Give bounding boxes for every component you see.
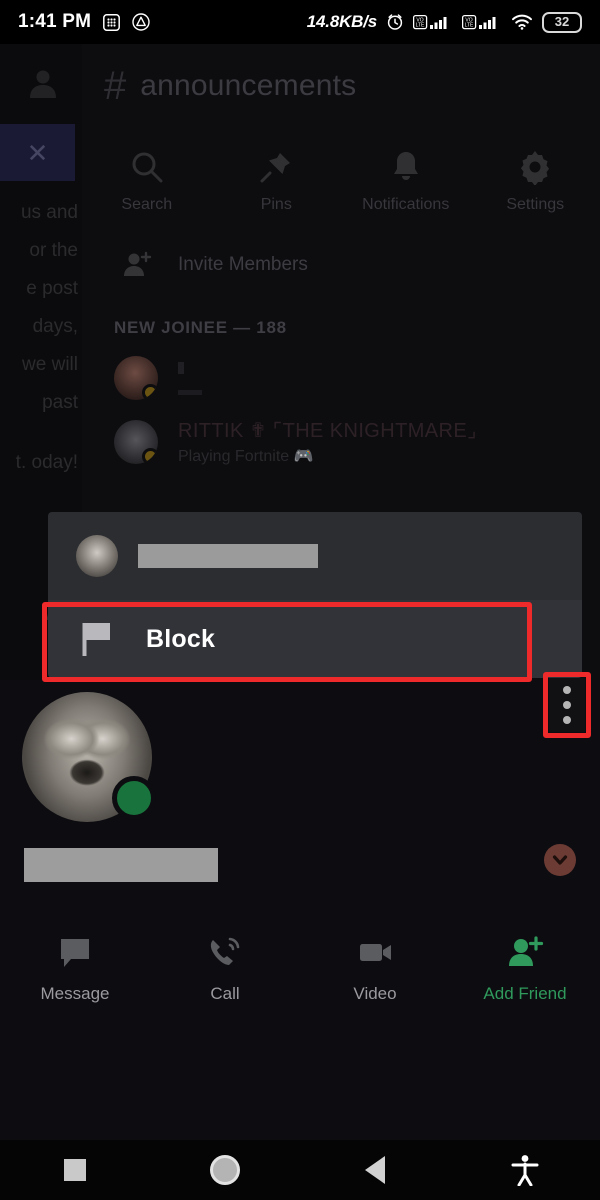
profile-action-label: Call xyxy=(210,984,240,1003)
recents-square-icon xyxy=(64,1159,86,1181)
user-profile-sheet: Message Call Video Add Friend xyxy=(0,680,600,1140)
bg-line: we will xyxy=(22,354,78,375)
accessibility-button[interactable] xyxy=(450,1154,600,1186)
message-icon xyxy=(0,930,150,976)
profile-action-message[interactable]: Message xyxy=(0,930,150,1004)
volte-signal-icon-2: VO LTE xyxy=(462,14,496,30)
profile-action-add-friend[interactable]: Add Friend xyxy=(450,930,600,1004)
bg-line: t. xyxy=(15,452,27,473)
channel-action-pins[interactable]: Pins xyxy=(212,146,342,214)
channel-action-notifications[interactable]: Notifications xyxy=(341,146,471,214)
channel-action-row: Search Pins Notifications Settings xyxy=(82,146,600,214)
back-triangle-icon xyxy=(365,1156,385,1184)
dot xyxy=(563,716,571,724)
battery-icon: 32 xyxy=(542,11,582,33)
member-list-item[interactable] xyxy=(82,338,600,400)
profile-avatar-wrap[interactable] xyxy=(22,692,156,822)
avatar xyxy=(76,535,118,577)
gear-icon xyxy=(471,146,600,188)
channel-action-label: Settings xyxy=(506,196,565,213)
more-vertical-icon[interactable] xyxy=(549,678,585,732)
svg-text:LTE: LTE xyxy=(416,23,425,29)
bell-icon xyxy=(341,146,471,188)
channel-action-settings[interactable]: Settings xyxy=(471,146,600,214)
member-text: RITTIK ✟ ⌜THE KNIGHTMARE⌟ Playing Fortni… xyxy=(178,418,477,466)
clock-time: 1:41 PM xyxy=(18,11,92,32)
channel-action-label: Search xyxy=(121,196,173,213)
alarm-clock-icon xyxy=(387,14,403,30)
member-status: Playing Fortnite 🎮 xyxy=(178,448,314,465)
online-status-indicator xyxy=(112,776,156,820)
accessibility-icon xyxy=(511,1155,539,1186)
member-text xyxy=(178,361,202,395)
status-badge xyxy=(142,448,158,464)
avatar xyxy=(114,420,158,464)
member-name: RITTIK ✟ ⌜THE KNIGHTMARE⌟ xyxy=(178,420,477,442)
invite-members-label: Invite Members xyxy=(178,254,308,275)
hash-icon: # xyxy=(104,64,127,108)
status-bar: 1:41 PM 14.8KB/s VO LTE VO LTE 32 xyxy=(0,0,600,44)
context-menu-header xyxy=(48,512,582,600)
android-nav-bar xyxy=(0,1140,600,1200)
profile-action-call[interactable]: Call xyxy=(150,930,300,1004)
add-friend-icon xyxy=(450,930,600,976)
status-bar-left: 1:41 PM xyxy=(18,11,150,33)
volte-signal-icon: VO LTE xyxy=(413,14,447,30)
context-menu: Block xyxy=(48,512,582,678)
background-message-text-2: t. oday! xyxy=(0,444,82,482)
member-group-header: NEW JOINEE — 188 xyxy=(114,318,287,337)
recents-button[interactable] xyxy=(0,1159,150,1181)
add-person-icon xyxy=(124,251,152,276)
grid-icon xyxy=(103,13,121,31)
context-menu-item-label: Block xyxy=(146,624,216,653)
home-button[interactable] xyxy=(150,1155,300,1185)
home-circle-icon xyxy=(210,1155,240,1185)
call-icon xyxy=(150,930,300,976)
member-list-item[interactable]: RITTIK ✟ ⌜THE KNIGHTMARE⌟ Playing Fortni… xyxy=(82,400,600,466)
search-icon xyxy=(82,146,212,188)
bg-line: oday! xyxy=(31,452,78,473)
status-bar-right: 14.8KB/s VO LTE VO LTE 32 xyxy=(306,11,582,33)
profile-action-video[interactable]: Video xyxy=(300,930,450,1004)
invite-members-row[interactable]: Invite Members xyxy=(82,214,600,280)
channel-header: # announcements xyxy=(82,44,600,106)
bg-line: us and xyxy=(20,202,78,223)
drive-triangle-icon xyxy=(132,13,150,31)
close-panel[interactable]: ✕ xyxy=(0,124,75,181)
context-menu-username-redacted xyxy=(138,544,318,568)
member-name-placeholder xyxy=(178,361,184,374)
pin-icon xyxy=(212,146,342,188)
dot xyxy=(563,701,571,709)
member-status-placeholder xyxy=(178,389,202,395)
bg-line: past xyxy=(42,392,78,413)
status-badge xyxy=(142,384,158,400)
dot xyxy=(563,686,571,694)
flag-icon xyxy=(82,623,110,656)
channel-action-label: Pins xyxy=(260,196,292,213)
channel-action-search[interactable]: Search xyxy=(82,146,212,214)
context-menu-item-block[interactable]: Block xyxy=(48,600,582,678)
channel-action-label: Notifications xyxy=(362,196,450,213)
wifi-icon xyxy=(512,14,532,30)
profile-action-row: Message Call Video Add Friend xyxy=(0,930,600,1004)
profile-action-label: Message xyxy=(40,984,110,1003)
video-icon xyxy=(300,930,450,976)
bg-line: or the xyxy=(29,240,78,261)
phone-screen: 1:41 PM 14.8KB/s VO LTE VO LTE 32 ✕ us a… xyxy=(0,0,600,1200)
network-speed: 14.8KB/s xyxy=(306,12,377,31)
profile-action-label: Add Friend xyxy=(483,984,567,1003)
bg-line: days, xyxy=(32,316,78,337)
svg-text:LTE: LTE xyxy=(465,23,474,29)
bg-line: e post xyxy=(26,278,78,299)
chevron-down-icon[interactable] xyxy=(544,844,576,876)
person-icon xyxy=(30,70,56,98)
profile-name-redacted xyxy=(24,848,218,882)
background-message-text: us and or the e post days, we will past xyxy=(0,194,82,422)
channel-name: announcements xyxy=(140,69,357,102)
back-button[interactable] xyxy=(300,1156,450,1184)
profile-action-label: Video xyxy=(353,984,397,1003)
avatar xyxy=(114,356,158,400)
close-icon[interactable]: ✕ xyxy=(27,140,49,166)
